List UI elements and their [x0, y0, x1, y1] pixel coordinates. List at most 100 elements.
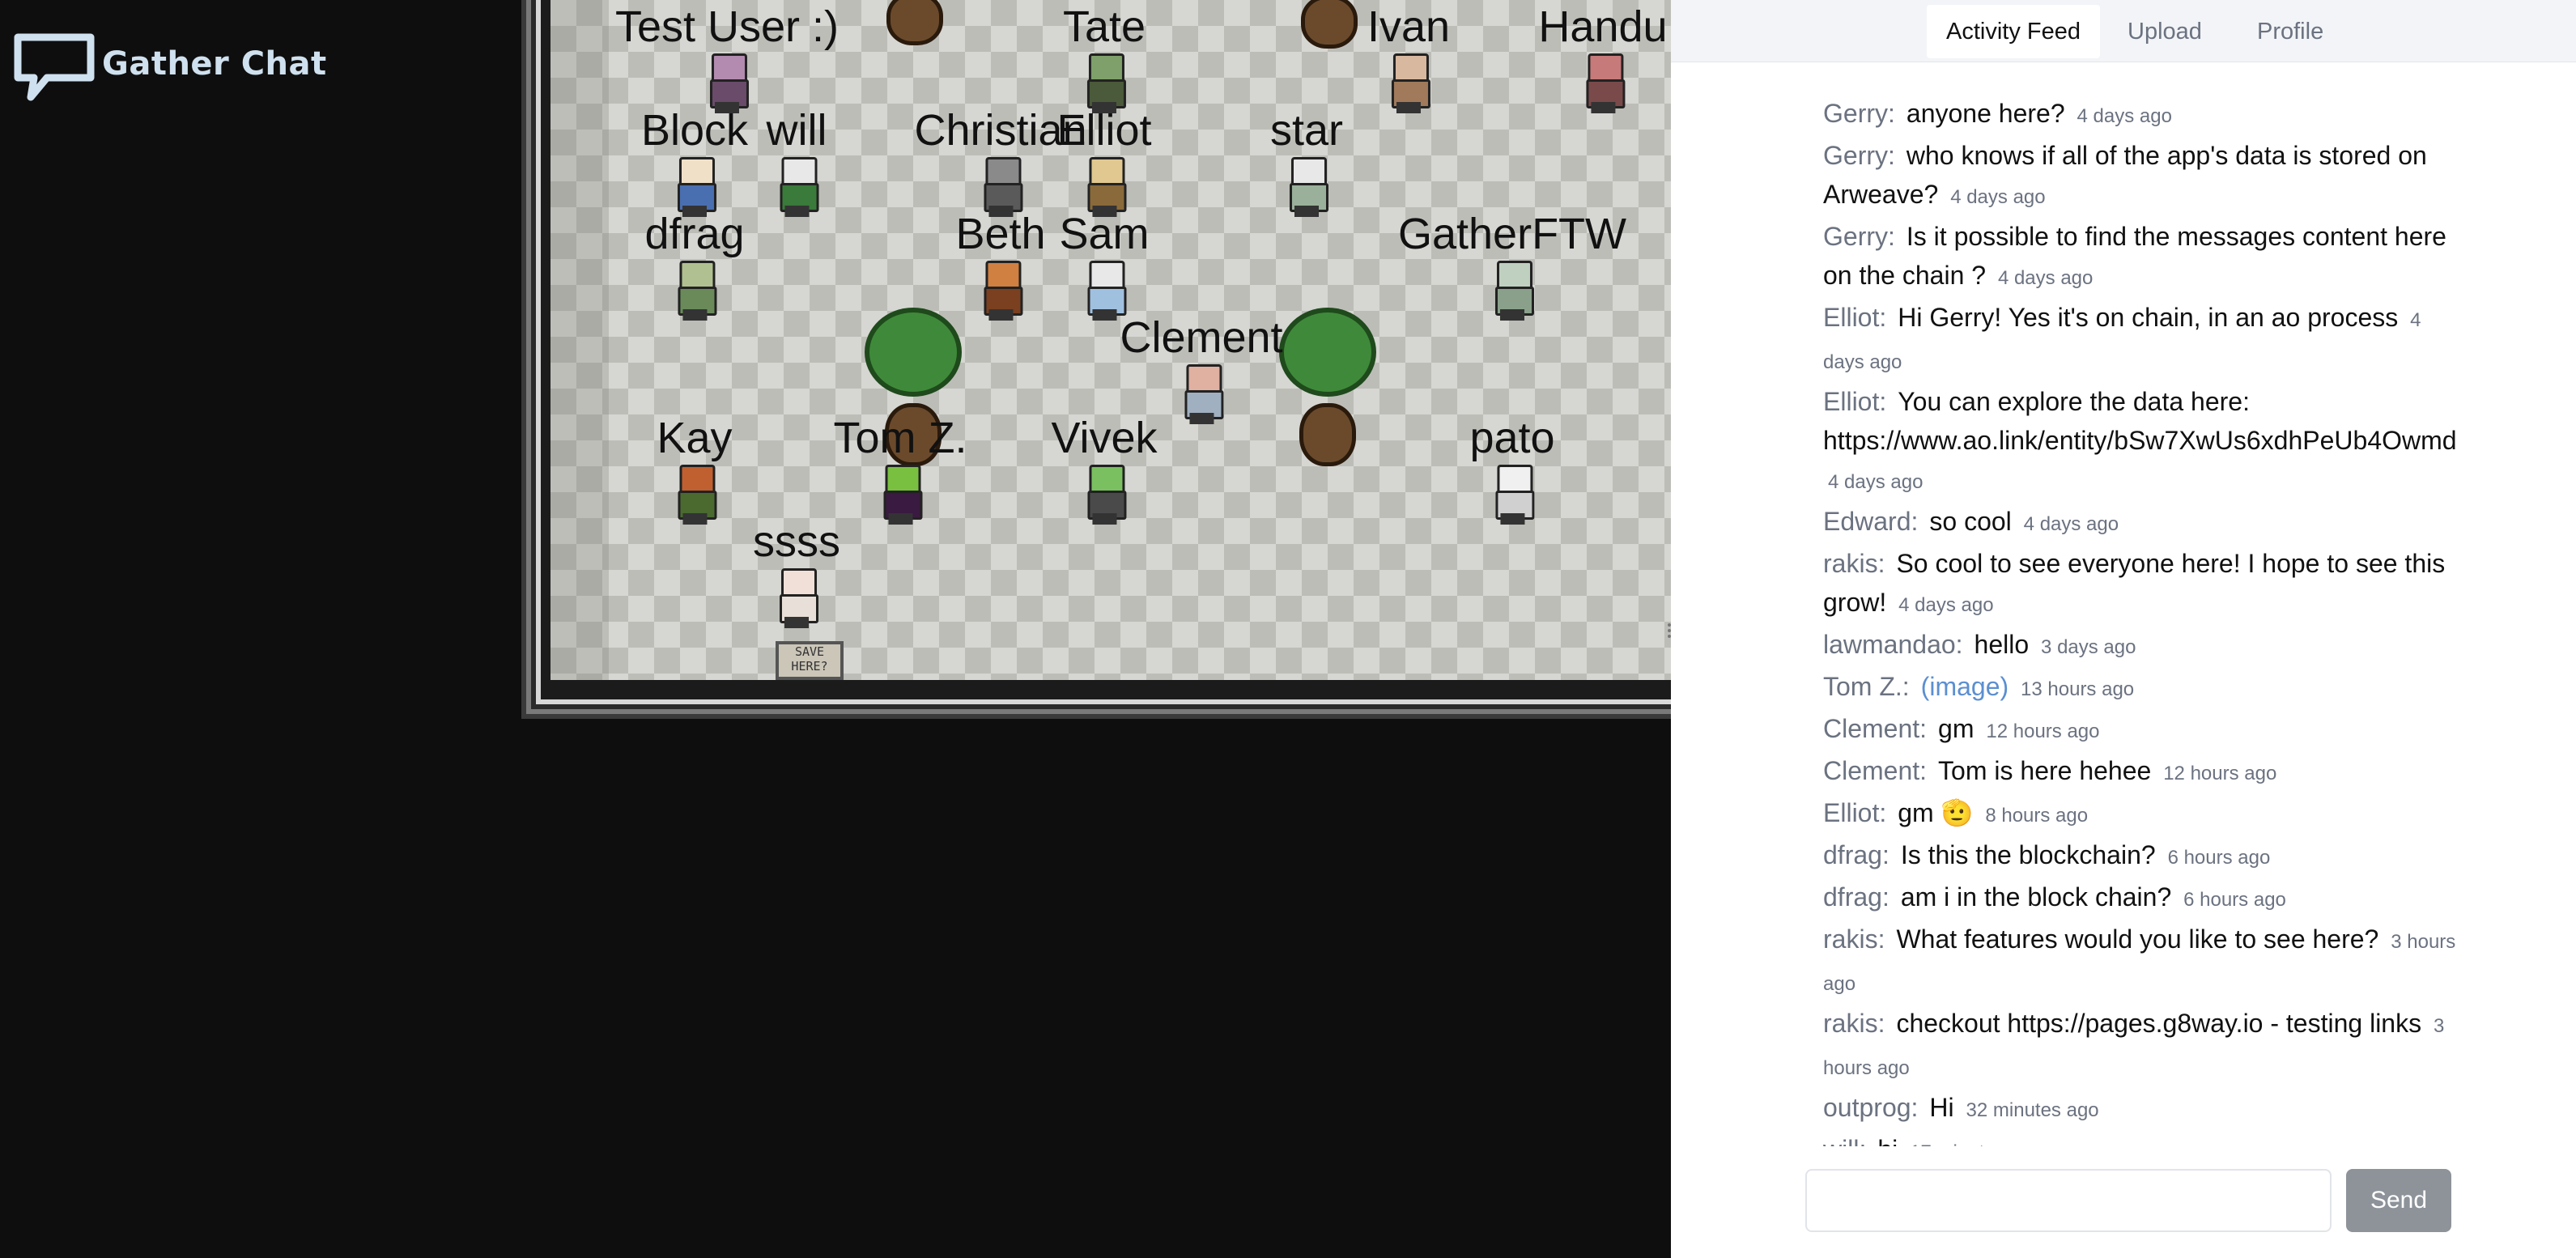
player-name: Tom Z.: [833, 414, 967, 462]
message-username[interactable]: Clement:: [1823, 714, 1927, 743]
player-avatar[interactable]: Block: [641, 108, 748, 217]
player-avatar[interactable]: Handu: [1538, 2, 1668, 113]
game-map[interactable]: Test User :) Tate Ivan Handu Block will Christ…: [550, 0, 1671, 680]
player-name: Test User :): [614, 2, 840, 51]
message-username[interactable]: will:: [1823, 1135, 1866, 1146]
potted-plant: [886, 0, 943, 45]
message-timestamp: 13 hours ago: [2021, 678, 2135, 700]
message-composer: Send: [1805, 1169, 2451, 1234]
player-avatar[interactable]: Elliot: [1056, 108, 1152, 217]
player-avatar[interactable]: Beth: [955, 212, 1046, 321]
player-name: star: [1269, 106, 1344, 155]
message-username[interactable]: Gerry:: [1823, 141, 1895, 170]
send-button[interactable]: Send: [2346, 1169, 2451, 1232]
player-sprite: [775, 568, 818, 628]
message-text: gm: [1938, 714, 1975, 743]
tab-profile[interactable]: Profile: [2238, 5, 2343, 58]
player-sprite: [1285, 157, 1328, 217]
player-avatar[interactable]: dfrag: [644, 210, 745, 321]
message-username[interactable]: Elliot:: [1823, 798, 1886, 827]
feed-message: lawmandao: hello 3 days ago: [1817, 625, 2456, 667]
player-sprite: [673, 157, 716, 217]
player-sprite: [1082, 261, 1126, 321]
message-text: am i in the block chain?: [1900, 882, 2172, 912]
player-avatar[interactable]: star: [1270, 108, 1343, 217]
player-sprite: [979, 261, 1022, 321]
side-panel: Activity Feed Upload Profile Gerry: anyon…: [1671, 0, 2576, 1258]
message-username[interactable]: Tom Z.:: [1823, 672, 1910, 701]
player-name: Handu: [1538, 2, 1668, 51]
message-username[interactable]: lawmandao:: [1823, 630, 1963, 659]
message-text: Is it possible to find the messages cont…: [1823, 222, 2446, 290]
message-username[interactable]: outprog:: [1823, 1093, 1918, 1122]
game-viewport[interactable]: Gather Chat Test User :) Tate Ivan Handu Blo…: [0, 0, 1671, 1258]
map-wall: [550, 0, 609, 680]
player-avatar[interactable]: Ivan: [1367, 5, 1450, 113]
player-sprite: [673, 465, 716, 525]
player-sprite: [1082, 465, 1126, 525]
player-sprite: [1387, 53, 1430, 113]
player-avatar[interactable]: Tom Z.: [833, 416, 967, 525]
message-text: Is this the blockchain?: [1900, 840, 2156, 869]
player-avatar[interactable]: Test User :): [615, 5, 839, 113]
tab-upload[interactable]: Upload: [2108, 5, 2221, 58]
player-sprite: [878, 465, 922, 525]
message-input[interactable]: [1805, 1169, 2332, 1232]
message-timestamp: 4 days ago: [1997, 267, 2094, 289]
player-name: Clement: [1120, 313, 1283, 362]
feed-message: rakis: What features would you like to se…: [1817, 920, 2456, 1004]
message-text: checkout https://pages.g8way.io - testin…: [1896, 1009, 2422, 1038]
feed-message: Gerry: anyone here? 4 days ago: [1817, 94, 2456, 136]
message-text: Hi: [1929, 1093, 1954, 1122]
panel-resize-handle[interactable]: [1664, 618, 1671, 643]
player-name: Tate: [1062, 2, 1146, 51]
player-avatar[interactable]: ssss: [753, 520, 840, 628]
chat-bubble-icon: [14, 33, 95, 101]
logo-text: Gather Chat: [102, 45, 327, 83]
message-username[interactable]: Clement:: [1823, 756, 1927, 785]
activity-feed[interactable]: Gerry: anyone here? 4 days ago Gerry: who k…: [1817, 94, 2456, 1146]
message-timestamp: 32 minutes ago: [1966, 1099, 2099, 1121]
message-timestamp: 17 minutes ago: [1910, 1141, 2043, 1146]
message-image-link[interactable]: (image): [1921, 672, 2009, 701]
player-name: Ivan: [1367, 2, 1451, 51]
message-timestamp: 3 days ago: [2041, 636, 2136, 658]
message-username[interactable]: Elliot:: [1823, 303, 1886, 332]
feed-message: dfrag: Is this the blockchain? 6 hours ag…: [1817, 835, 2456, 878]
message-username[interactable]: Gerry:: [1823, 222, 1895, 251]
message-timestamp: 12 hours ago: [2163, 763, 2277, 784]
player-sprite: [1490, 261, 1534, 321]
feed-message: Clement: gm 12 hours ago: [1817, 709, 2456, 751]
app-logo: Gather Chat: [11, 31, 327, 102]
tab-activity-feed[interactable]: Activity Feed: [1927, 5, 2100, 58]
player-avatar[interactable]: Sam: [1059, 212, 1150, 321]
message-timestamp: 6 hours ago: [2167, 847, 2271, 869]
message-username[interactable]: rakis:: [1823, 549, 1885, 578]
player-sprite: [979, 157, 1022, 217]
tab-bar: Activity Feed Upload Profile: [1671, 0, 2576, 62]
message-username[interactable]: Gerry:: [1823, 99, 1895, 128]
message-username[interactable]: dfrag:: [1823, 882, 1889, 912]
player-avatar[interactable]: GatherFTW: [1398, 212, 1626, 321]
player-name: Kay: [657, 414, 733, 462]
feed-message: Tom Z.: (image) 13 hours ago: [1817, 667, 2456, 709]
feed-message: Elliot: gm 🫡 8 hours ago: [1817, 793, 2456, 835]
player-avatar[interactable]: Clement: [1120, 313, 1283, 424]
player-avatar[interactable]: will: [767, 108, 827, 217]
message-username[interactable]: rakis:: [1823, 924, 1885, 954]
message-username[interactable]: Edward:: [1823, 507, 1918, 536]
player-avatar[interactable]: Kay: [657, 414, 733, 525]
message-timestamp: 8 hours ago: [1985, 805, 2089, 827]
message-timestamp: 4 days ago: [1950, 186, 2046, 208]
feed-message: dfrag: am i in the block chain? 6 hours a…: [1817, 878, 2456, 920]
feed-message: Edward: so cool 4 days ago: [1817, 502, 2456, 544]
message-username[interactable]: Elliot:: [1823, 387, 1886, 416]
message-text: hello: [1974, 630, 2030, 659]
message-text: anyone here?: [1906, 99, 2065, 128]
player-name: dfrag: [644, 210, 745, 258]
message-username[interactable]: dfrag:: [1823, 840, 1889, 869]
player-avatar[interactable]: Vivek: [1051, 416, 1158, 525]
player-avatar[interactable]: Tate: [1063, 5, 1146, 113]
message-username[interactable]: rakis:: [1823, 1009, 1885, 1038]
player-avatar[interactable]: pato: [1469, 416, 1555, 525]
